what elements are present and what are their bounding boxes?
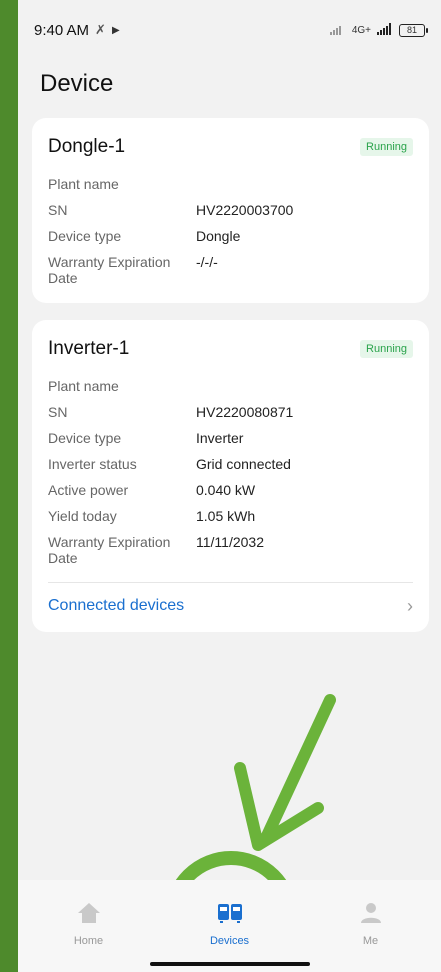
status-bar: 9:40 AM ✗ ▶ 4G+ 81 [18,0,441,60]
row-label: Yield today [48,508,117,524]
bottom-tab-bar: Home Devices Me [18,880,441,972]
info-row: Plant name [48,378,413,394]
connected-devices-label: Connected devices [48,597,185,614]
home-indicator [150,962,310,966]
row-label: SN [48,404,68,420]
device-name: Dongle-1 [48,136,126,157]
tab-devices[interactable]: Devices [180,902,280,947]
row-label: Warranty Expiration Date [48,534,171,566]
info-row: Inverter status Grid connected [48,456,413,472]
row-value: HV2220080871 [196,404,294,420]
home-icon [77,902,101,927]
status-badge: Running [360,340,413,358]
row-value: Inverter [196,430,244,446]
row-value: Grid connected [196,456,291,472]
info-row: Plant name [48,176,413,192]
card-header: Dongle-1 Running [48,118,413,176]
tab-label: Devices [209,935,250,947]
row-label: Device type [48,430,122,446]
info-row: Warranty Expiration Date 11/11/2032 [48,534,413,566]
info-row: Device type Dongle [48,228,413,244]
signal-2-icon [377,22,393,38]
signal-1-icon [329,23,346,38]
row-label: Inverter status [48,456,137,472]
row-value: -/-/- [196,254,218,270]
tab-home[interactable]: Home [39,902,139,947]
connected-devices-link[interactable]: Connected devices › [48,583,413,629]
annotation-arrow-shaft [260,694,336,844]
network-type: 4G+ [351,24,371,36]
row-value: 11/11/2032 [196,534,264,550]
play-icon: ▶ [111,24,120,36]
row-label: Plant name [48,378,119,394]
row-label: Warranty Expiration Date [48,254,171,286]
row-value: HV2220003700 [196,202,294,218]
device-name: Inverter-1 [48,338,130,359]
device-card-inverter[interactable]: Inverter-1 Running Plant name SN HV22200… [32,320,429,632]
phone-screen: 9:40 AM ✗ ▶ 4G+ 81 Device Dongle-1 Runni… [18,0,441,972]
status-time: 9:40 AM [34,21,90,39]
info-row: Warranty Expiration Date -/-/- [48,254,413,286]
row-value: 1.05 kWh [196,508,256,524]
battery-icon: 81 [399,23,428,37]
info-row: Device type Inverter [48,430,413,446]
info-row: SN HV2220003700 [48,202,413,218]
info-row: SN HV2220080871 [48,404,413,420]
status-left: 9:40 AM ✗ ▶ [34,22,120,39]
row-value: 0.040 kW [196,482,256,498]
chevron-right-icon: › [407,595,413,616]
tab-label: Me [362,935,379,947]
row-value: Dongle [196,228,241,244]
devices-icon [217,902,243,927]
page-title: Device [40,70,114,97]
status-right: 4G+ 81 [329,22,428,38]
card-header: Inverter-1 Running [48,320,413,378]
row-label: Plant name [48,176,119,192]
user-icon [359,902,383,927]
info-row: Active power 0.040 kW [48,482,413,498]
tab-me[interactable]: Me [321,902,421,947]
device-card-dongle[interactable]: Dongle-1 Running Plant name SN HV2220003… [32,118,429,303]
row-label: SN [48,202,68,218]
row-label: Device type [48,228,122,244]
tab-label: Home [73,935,104,947]
notification-off-icon: ✗ [95,22,106,37]
status-badge: Running [360,138,413,156]
row-label: Active power [48,482,129,498]
info-row: Yield today 1.05 kWh [48,508,413,524]
annotation-arrow-head [234,762,324,851]
battery-level: 81 [406,25,417,35]
